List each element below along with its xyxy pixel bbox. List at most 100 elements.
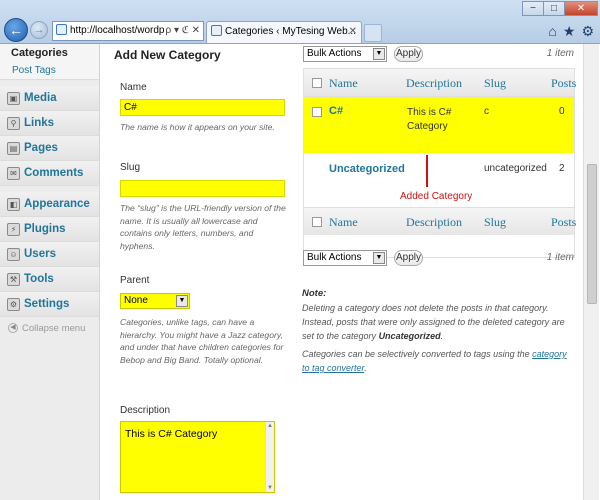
page-scrollbar[interactable] <box>583 44 599 500</box>
sidebar-item-label: Comments <box>24 167 84 179</box>
tab-categories[interactable]: Categories ‹ MyTesing Web... ✕ <box>206 21 362 43</box>
settings-gear-icon[interactable]: ⚙ <box>581 23 594 40</box>
row-name-link[interactable]: C# <box>329 105 343 117</box>
chevron-down-icon: ▼ <box>373 252 385 264</box>
table-row: C# This is C# Category c 0 <box>304 97 574 153</box>
row-slug: uncategorized <box>484 163 547 174</box>
pages-icon: ▤ <box>7 141 20 155</box>
description-textarea[interactable]: This is C# Category <box>120 421 275 493</box>
row-slug: c <box>484 106 489 117</box>
form-title: Add New Category <box>114 48 221 62</box>
close-window-button[interactable]: ✕ <box>564 1 598 16</box>
plugins-icon: ⚡ <box>7 222 20 236</box>
description-label: Description <box>120 405 171 416</box>
appearance-icon: ◧ <box>7 197 20 211</box>
annotation-marker-line <box>426 155 428 187</box>
column-header-slug[interactable]: Slug <box>484 76 506 91</box>
textarea-scrollbar[interactable] <box>265 422 274 492</box>
description-text: This is C# Category <box>125 428 218 440</box>
sidebar-item-label: Settings <box>24 298 70 310</box>
slug-label: Slug <box>120 162 141 173</box>
back-button[interactable]: ← <box>4 18 28 42</box>
sidebar-item-label: Links <box>24 117 55 129</box>
row-name-link[interactable]: Uncategorized <box>329 163 405 175</box>
sidebar-item-label: Pages <box>24 142 58 154</box>
sidebar-item-links[interactable]: ⚲ Links <box>0 111 99 136</box>
address-url: http://localhost/wordpres <box>70 25 179 36</box>
name-label: Name <box>120 82 147 93</box>
parent-label: Parent <box>120 275 150 286</box>
sidebar-item-tools[interactable]: ⚒ Tools <box>0 267 99 292</box>
maximize-button[interactable]: □ <box>543 1 565 16</box>
sidebar-item-users[interactable]: ☺ Users <box>0 242 99 267</box>
forward-button[interactable]: → <box>30 21 48 39</box>
select-all-checkbox-footer[interactable] <box>312 217 322 227</box>
browser-toolbar-icons: ⌂ ★ ⚙ <box>548 23 594 40</box>
sidebar-item-label: Plugins <box>24 223 66 235</box>
bulk-actions-select-top[interactable]: Bulk Actions ▼ <box>303 46 387 62</box>
table-footer: Name Description Slug Posts <box>304 207 576 235</box>
links-icon: ⚲ <box>7 116 20 130</box>
media-icon: ▣ <box>7 91 20 105</box>
bulk-actions-select-bottom[interactable]: Bulk Actions ▼ <box>303 250 387 266</box>
column-footer-slug[interactable]: Slug <box>484 215 506 230</box>
name-input[interactable]: C# <box>120 99 285 116</box>
new-tab-button[interactable] <box>364 24 382 42</box>
note-text: Deleting a category does not delete the … <box>302 303 565 341</box>
sidebar-item-settings[interactable]: ⚙ Settings <box>0 292 99 317</box>
select-all-checkbox[interactable] <box>312 78 322 88</box>
category-list-panel: Bulk Actions ▼ Apply 1 item Name Descrip… <box>298 44 580 500</box>
item-count-bottom: 1 item <box>546 252 574 263</box>
column-footer-posts[interactable]: Posts <box>551 215 576 230</box>
note-heading: Note: <box>302 288 327 299</box>
collapse-menu-label: Collapse menu <box>22 322 86 334</box>
column-footer-description[interactable]: Description <box>406 215 462 230</box>
address-bar[interactable]: http://localhost/wordpres ρ ▾ ℭ ✕ <box>52 21 204 41</box>
row-posts-count[interactable]: 2 <box>559 163 565 174</box>
comments-icon: ✉ <box>7 166 20 180</box>
collapse-arrow-icon: ◀ <box>8 323 18 333</box>
sidebar-sub-item-post-tags[interactable]: Post Tags <box>0 62 99 80</box>
parent-select-value: None <box>124 295 148 306</box>
categories-table: Name Description Slug Posts C# This is C… <box>303 68 576 258</box>
column-header-name[interactable]: Name <box>329 76 358 91</box>
row-posts-count[interactable]: 0 <box>559 106 565 117</box>
scrollbar-thumb[interactable] <box>587 164 597 304</box>
slug-input[interactable] <box>120 180 285 197</box>
address-tools-icon[interactable]: ρ ▾ ℭ ✕ <box>163 22 200 40</box>
collapse-menu-button[interactable]: ◀ Collapse menu <box>0 317 99 339</box>
sidebar-item-media[interactable]: ▣ Media <box>0 86 99 111</box>
item-count-top: 1 item <box>546 48 574 59</box>
tools-icon: ⚒ <box>7 272 20 286</box>
column-header-description[interactable]: Description <box>406 76 462 91</box>
note-text-bold: Uncategorized <box>378 331 441 341</box>
name-help-text: The name is how it appears on your site. <box>120 122 275 132</box>
minimize-button[interactable]: − <box>522 1 544 16</box>
parent-help-text: Categories, unlike tags, can have a hier… <box>120 317 284 365</box>
bulk-actions-value: Bulk Actions <box>307 252 362 263</box>
table-header: Name Description Slug Posts <box>304 69 576 97</box>
converter-note-text: Categories can be selectively converted … <box>302 349 530 359</box>
column-header-posts[interactable]: Posts <box>551 76 576 91</box>
sidebar-item-plugins[interactable]: ⚡ Plugins <box>0 217 99 242</box>
sidebar-item-label: Users <box>24 248 56 260</box>
sidebar-item-comments[interactable]: ✉ Comments <box>0 161 99 186</box>
tab-close-icon[interactable]: ✕ <box>349 22 357 42</box>
parent-select[interactable]: None ▼ <box>120 293 190 309</box>
sidebar-sub-heading-categories[interactable]: Categories <box>0 44 99 62</box>
bulk-actions-value: Bulk Actions <box>307 48 362 59</box>
converter-note: Categories can be selectively converted … <box>302 349 567 373</box>
favorites-star-icon[interactable]: ★ <box>563 23 576 40</box>
apply-button-bottom[interactable]: Apply <box>394 250 423 266</box>
column-footer-name[interactable]: Name <box>329 215 358 230</box>
apply-button-top[interactable]: Apply <box>394 46 423 62</box>
row-description: This is C# Category <box>407 107 452 132</box>
admin-sidebar: Categories Post Tags ▣ Media ⚲ Links ▤ Page… <box>0 44 100 500</box>
sidebar-item-pages[interactable]: ▤ Pages <box>0 136 99 161</box>
sidebar-item-appearance[interactable]: ◧ Appearance <box>0 192 99 217</box>
added-category-annotation: Added Category <box>400 191 473 202</box>
tab-favicon-icon <box>211 25 222 36</box>
page-favicon-icon <box>56 24 67 35</box>
home-icon[interactable]: ⌂ <box>548 23 556 40</box>
row-checkbox[interactable] <box>312 107 322 117</box>
